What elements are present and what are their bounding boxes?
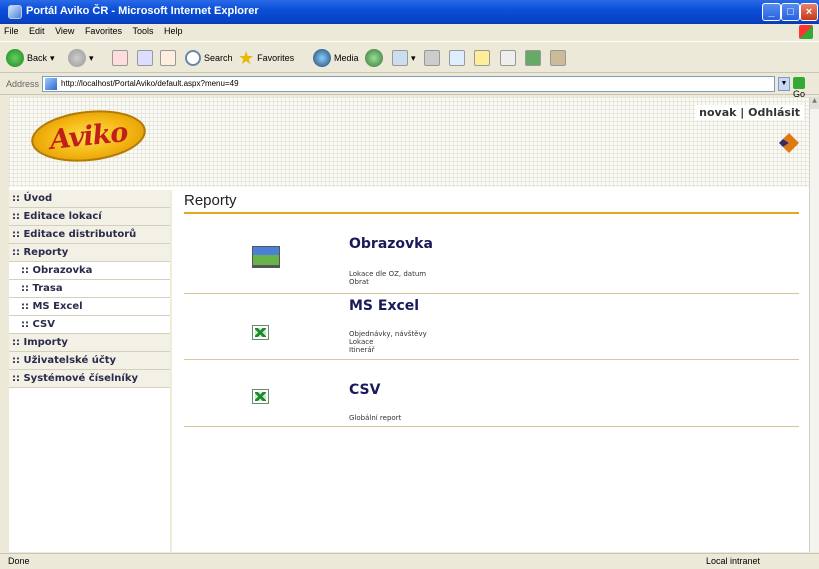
report-line[interactable]: Lokace [349, 338, 427, 346]
search-label: Search [204, 53, 233, 63]
scroll-up-icon[interactable]: ▲ [810, 97, 819, 109]
address-dropdown-icon[interactable]: ▼ [778, 77, 790, 91]
document-icon[interactable] [500, 50, 516, 66]
edit-icon[interactable] [449, 50, 465, 66]
menu-tools[interactable]: Tools [128, 24, 157, 38]
screen-icon[interactable] [252, 246, 280, 268]
window-title: Portál Aviko ČR - Microsoft Internet Exp… [26, 5, 259, 17]
menu-help[interactable]: Help [160, 24, 187, 38]
address-url: http://localhost/PortalAviko/default.asp… [61, 79, 239, 88]
report-description: Objednávky, návštěvy Lokace Itinerář [349, 330, 427, 354]
sidebar-nav: :: Úvod :: Editace lokací :: Editace dis… [9, 190, 172, 552]
home-icon[interactable] [160, 50, 176, 66]
toolbar: Back ▾ ▾ Search ★ Favorites Media ▾ [0, 41, 819, 73]
back-arrow-icon [6, 49, 24, 67]
sidebar-item-trasa[interactable]: :: Trasa [9, 280, 170, 298]
media-label: Media [334, 53, 359, 63]
search-icon [185, 50, 201, 66]
excel-icon[interactable] [252, 389, 269, 404]
report-line[interactable]: Globální report [349, 414, 401, 422]
address-bar: Address http://localhost/PortalAviko/def… [0, 74, 819, 99]
aviko-logo[interactable]: Aviko [28, 105, 149, 167]
status-bar: Done Local intranet [0, 553, 819, 569]
report-line[interactable]: Obrat [349, 278, 426, 286]
excel-icon[interactable] [252, 325, 269, 340]
report-title[interactable]: Obrazovka [349, 236, 433, 252]
research-icon[interactable] [550, 50, 566, 66]
chevron-down-icon: ▾ [411, 52, 416, 63]
sidebar-item-reporty[interactable]: :: Reporty [9, 244, 170, 262]
forward-arrow-icon [68, 49, 86, 67]
sidebar-item-editace-distributoru[interactable]: :: Editace distributorů [9, 226, 170, 244]
search-button[interactable]: Search [185, 48, 233, 68]
sidebar-item-importy[interactable]: :: Importy [9, 334, 170, 352]
report-line[interactable]: Lokace dle OZ, datum [349, 270, 426, 278]
status-zone: Local intranet [706, 556, 761, 566]
sidebar-item-obrazovka[interactable]: :: Obrazovka [9, 262, 170, 280]
brand-mark-icon [779, 133, 799, 153]
window-left-frame [0, 97, 9, 552]
go-arrow-icon [793, 77, 805, 89]
media-icon [313, 49, 331, 67]
back-button[interactable]: Back ▾ [6, 48, 55, 68]
close-button[interactable]: × [800, 3, 818, 21]
logo-text: Aviko [48, 117, 129, 156]
menu-edit[interactable]: Edit [25, 24, 49, 38]
favorites-button[interactable]: ★ Favorites [238, 48, 294, 68]
internet-explorer-icon [8, 5, 22, 19]
forward-button[interactable]: ▾ [68, 48, 94, 68]
menu-file[interactable]: File [0, 24, 23, 38]
history-icon[interactable] [365, 49, 383, 67]
star-icon: ★ [238, 47, 255, 68]
menu-view[interactable]: View [51, 24, 78, 38]
address-input[interactable]: http://localhost/PortalAviko/default.asp… [42, 76, 775, 92]
user-bar: novak | Odhlásit [695, 105, 804, 120]
chevron-down-icon: ▾ [50, 52, 55, 63]
minimize-button[interactable]: _ [762, 3, 781, 21]
back-label: Back [27, 53, 48, 63]
menu-bar: File Edit View Favorites Tools Help [0, 24, 819, 40]
refresh-icon[interactable] [137, 50, 153, 66]
page-icon [45, 78, 57, 90]
window-titlebar: Portál Aviko ČR - Microsoft Internet Exp… [0, 0, 819, 24]
sidebar-item-csv[interactable]: :: CSV [9, 316, 170, 334]
report-obrazovka: Obrazovka Lokace dle OZ, datum Obrat [184, 220, 799, 294]
status-done: Done [8, 556, 30, 566]
page-header: Aviko novak | Odhlásit [9, 97, 809, 187]
sidebar-item-uzivatelske-ucty[interactable]: :: Uživatelské účty [9, 352, 170, 370]
go-button[interactable]: Go [793, 77, 819, 99]
folder-icon[interactable] [474, 50, 490, 66]
page-title: Reporty [184, 190, 799, 214]
sidebar-item-editace-lokaci[interactable]: :: Editace lokací [9, 208, 170, 226]
logout-link[interactable]: Odhlásit [748, 106, 800, 119]
windows-logo-icon [799, 25, 813, 39]
main-content: Reporty Obrazovka Lokace dle OZ, datum O… [184, 190, 799, 427]
report-title[interactable]: MS Excel [349, 298, 419, 314]
report-title[interactable]: CSV [349, 382, 380, 398]
page-viewport: Aviko novak | Odhlásit :: Úvod :: Editac… [9, 97, 809, 552]
report-description: Globální report [349, 414, 401, 422]
mail-icon[interactable] [392, 50, 408, 66]
report-description: Lokace dle OZ, datum Obrat [349, 270, 426, 286]
sidebar-item-uvod[interactable]: :: Úvod [9, 190, 170, 208]
user-separator: | [740, 106, 745, 119]
sidebar-item-systemove-ciselniky[interactable]: :: Systémové číselníky [9, 370, 170, 388]
report-csv: CSV Globální report [184, 360, 799, 427]
vertical-scrollbar[interactable]: ▲ [809, 97, 819, 552]
favorites-label: Favorites [257, 53, 295, 63]
username: novak [699, 106, 737, 119]
chevron-down-icon: ▾ [89, 52, 94, 63]
stop-icon[interactable] [112, 50, 128, 66]
media-button[interactable]: Media [313, 48, 359, 68]
messenger-icon[interactable] [525, 50, 541, 66]
report-line[interactable]: Objednávky, návštěvy [349, 330, 427, 338]
address-label: Address [6, 79, 40, 89]
menu-favorites[interactable]: Favorites [81, 24, 126, 38]
report-ms-excel: MS Excel Objednávky, návštěvy Lokace Iti… [184, 294, 799, 360]
maximize-button[interactable]: □ [781, 3, 800, 21]
report-line[interactable]: Itinerář [349, 346, 427, 354]
print-icon[interactable] [424, 50, 440, 66]
sidebar-item-ms-excel[interactable]: :: MS Excel [9, 298, 170, 316]
